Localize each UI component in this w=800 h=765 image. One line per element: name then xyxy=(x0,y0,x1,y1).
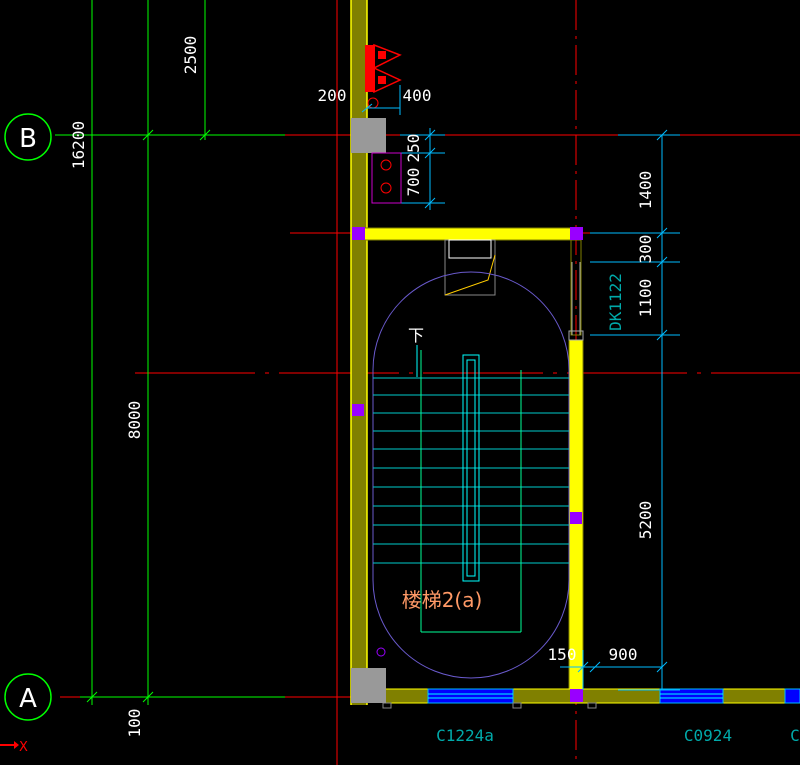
dim-16200: 16200 xyxy=(69,121,88,169)
door-label: DK1122 xyxy=(606,273,625,331)
cad-drawing-canvas: B A 16200 2500 8000 100 200 400 250 700 … xyxy=(0,0,800,765)
bottom-wall xyxy=(382,688,800,709)
axis-bubble-b: B xyxy=(4,113,52,161)
dim-5200: 5200 xyxy=(636,501,655,540)
stair-name-label: 楼梯2(a) xyxy=(402,588,483,612)
dim-250: 250 xyxy=(404,134,423,163)
column-pad-a xyxy=(351,668,386,703)
top-wall xyxy=(358,227,578,241)
red-marker-icon xyxy=(365,43,402,109)
ucs-x-label: X xyxy=(19,740,28,755)
window-c0924 xyxy=(659,688,724,704)
stair-outline xyxy=(372,271,570,679)
window-label-1: C1224a xyxy=(436,726,494,745)
dim-2500: 2500 xyxy=(181,36,200,75)
right-dimension-chain xyxy=(590,129,680,691)
dim-8000: 8000 xyxy=(125,401,144,440)
ucs-icon: X xyxy=(0,740,28,755)
axis-bubble-a-label: A xyxy=(19,684,37,714)
dim-200: 200 xyxy=(318,86,347,105)
top-fixture xyxy=(444,239,496,296)
axis-bubble-b-label: B xyxy=(19,124,37,154)
window-label-2: C0924 xyxy=(684,726,732,745)
dim-900: 900 xyxy=(609,645,638,664)
dim-1100: 1100 xyxy=(636,279,655,318)
dim-150: 150 xyxy=(548,645,577,664)
stair-down-label: 下 xyxy=(408,326,424,345)
left-dimension-chain xyxy=(55,0,285,705)
dim-100: 100 xyxy=(125,709,144,738)
column-pad-b xyxy=(351,118,386,153)
dim-700: 700 xyxy=(404,168,423,197)
window-c-partial xyxy=(784,688,800,704)
fixture-box xyxy=(371,152,402,204)
dim-300: 300 xyxy=(636,235,655,264)
dim-400: 400 xyxy=(403,86,432,105)
window-c1224a xyxy=(427,688,514,704)
left-wall xyxy=(350,0,368,705)
axis-grid xyxy=(60,0,800,765)
stair-walls xyxy=(358,227,584,698)
dim-1400: 1400 xyxy=(636,171,655,210)
axis-bubble-a: A xyxy=(4,673,52,721)
window-label-3: C xyxy=(790,726,800,745)
